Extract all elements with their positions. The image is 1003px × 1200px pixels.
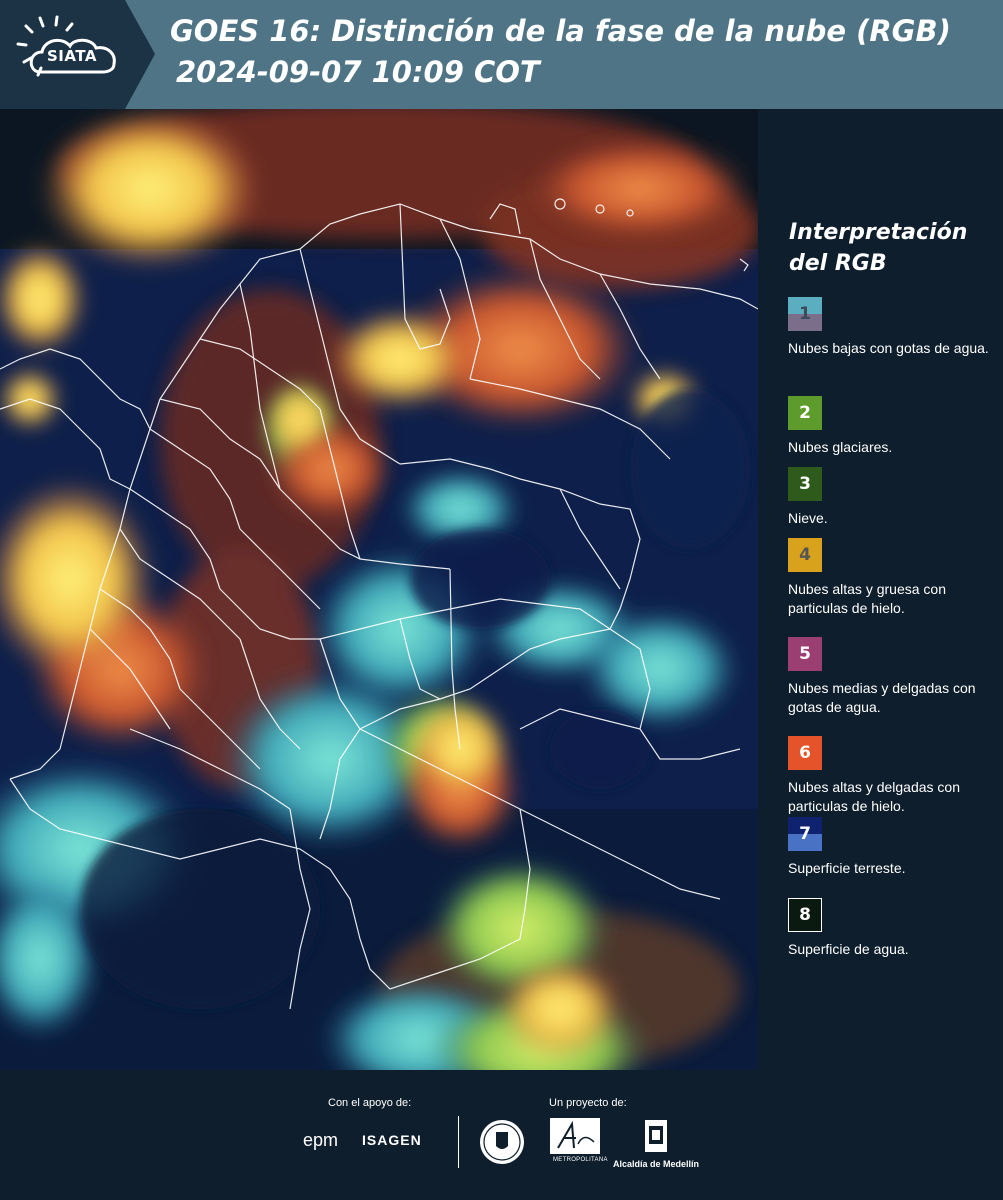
legend-label: Nubes medias y delgadas con gotas de agu… <box>788 680 976 715</box>
legend-number: 7 <box>799 824 811 844</box>
legend-number: 6 <box>799 743 811 763</box>
legend-swatch: 6 <box>788 736 822 770</box>
legend-label: Nubes altas y gruesa con particulas de h… <box>788 581 946 616</box>
legend-item: 4 Nubes altas y gruesa con particulas de … <box>788 538 998 618</box>
satellite-map <box>0 109 758 1070</box>
isagen-logo: ISAGEN <box>362 1132 422 1148</box>
logo-text: SIATA <box>47 47 98 65</box>
epm-logo: epm <box>303 1130 339 1150</box>
header-bar: SIATA GOES 16: Distinción de la fase de … <box>0 0 1003 109</box>
legend-label: Superficie de agua. <box>788 941 909 957</box>
legend-swatch: 7 <box>788 817 822 851</box>
legend-item: 3 Nieve. <box>788 467 998 528</box>
legend-swatch: 2 <box>788 396 822 430</box>
legend-title: Interpretación del RGB <box>789 220 968 276</box>
legend-swatch: 3 <box>788 467 822 501</box>
page-title: GOES 16: Distinción de la fase de la nub… <box>170 14 951 48</box>
legend-label: Nubes altas y delgadas con particulas de… <box>788 779 960 814</box>
timestamp: 2024-09-07 10:09 COT <box>176 55 540 89</box>
alcaldia-label: Alcaldía de Medellín <box>613 1159 700 1169</box>
support-label: Con el apoyo de: <box>328 1097 412 1109</box>
footer: Con el apoyo de: Un proyecto de: epm ISA… <box>0 1070 1003 1200</box>
legend-item: 7 Superficie terreste. <box>788 817 998 878</box>
alcaldia-shield-icon <box>645 1120 667 1152</box>
legend-label: Nubes bajas con gotas de agua. <box>788 340 989 356</box>
legend-label: Nubes glaciares. <box>788 439 893 455</box>
seal-icon <box>480 1120 524 1164</box>
siata-logo: SIATA <box>0 0 155 109</box>
legend-swatch: 8 <box>788 898 822 932</box>
legend-number: 8 <box>799 905 811 925</box>
legend-swatch: 5 <box>788 637 822 671</box>
legend-label: Nieve. <box>788 510 828 526</box>
legend-number: 2 <box>799 403 811 423</box>
footer-divider <box>458 1116 459 1168</box>
legend-swatch: 4 <box>788 538 822 572</box>
legend-number: 1 <box>799 304 811 324</box>
project-label: Un proyecto de: <box>549 1097 627 1109</box>
legend-item: 8 Superficie de agua. <box>788 898 998 959</box>
legend-item: 1 Nubes bajas con gotas de agua. <box>788 297 998 358</box>
legend-item: 5 Nubes medias y delgadas con gotas de ag… <box>788 637 998 717</box>
metro-text: METROPOLITANA <box>553 1157 608 1163</box>
legend-number: 5 <box>799 644 811 664</box>
legend-number: 4 <box>799 545 811 565</box>
legend-label: Superficie terreste. <box>788 860 906 876</box>
legend-panel: Interpretación del RGB 1 Nubes bajas con … <box>758 109 1003 1070</box>
legend-item: 6 Nubes altas y delgadas con particulas d… <box>788 736 998 816</box>
legend-item: 2 Nubes glaciares. <box>788 396 998 457</box>
legend-number: 3 <box>799 474 811 494</box>
legend-swatch: 1 <box>788 297 822 331</box>
